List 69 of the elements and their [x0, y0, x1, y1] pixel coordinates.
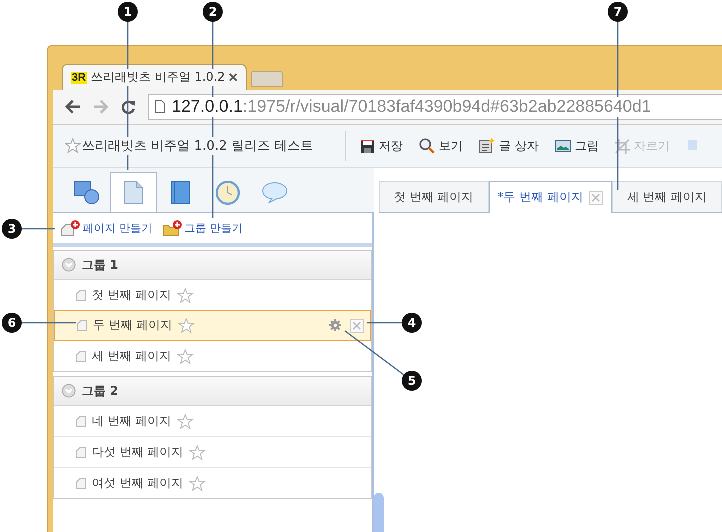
page-name: 세 번째 페이지 — [92, 348, 172, 365]
page-name: 여섯 번째 페이지 — [92, 475, 184, 492]
speech-bubble-icon — [262, 182, 288, 204]
page-name: 네 번째 페이지 — [92, 413, 172, 430]
star-icon[interactable] — [176, 288, 194, 304]
star-icon[interactable] — [188, 476, 206, 492]
back-icon[interactable] — [65, 100, 81, 114]
page-icon — [76, 416, 87, 428]
new-page-icon — [61, 220, 81, 236]
toolbar-button[interactable]: 그림 — [548, 136, 605, 156]
create-button[interactable]: 그룹 만들기 — [160, 220, 245, 236]
page-row[interactable]: 네 번째 페이지 — [54, 406, 372, 437]
address-bar[interactable]: 127.0.0.1:1975/r/visual/70183faf4390b94d#63b2ab22885640d1 — [148, 94, 722, 120]
toolbar-button[interactable]: 저장 — [354, 136, 409, 156]
star-icon[interactable] — [65, 138, 81, 154]
page-row[interactable]: 다섯 번째 페이지 — [54, 437, 372, 468]
page-name: 첫 번째 페이지 — [92, 287, 172, 304]
callout-marker: 6 — [2, 313, 22, 333]
page-row[interactable]: 여섯 번째 페이지 — [54, 468, 372, 498]
callout-marker: 3 — [2, 219, 22, 239]
page-icon — [124, 181, 144, 205]
toolbar-icon[interactable] — [688, 140, 697, 152]
book-icon — [170, 181, 190, 205]
shapes-icon — [74, 181, 100, 205]
callout-marker: 2 — [203, 2, 223, 22]
star-icon[interactable] — [176, 414, 194, 430]
app-logo: 3R — [71, 72, 88, 84]
close-icon[interactable] — [229, 73, 238, 82]
panel-handle[interactable] — [374, 493, 384, 532]
text-box-icon — [479, 138, 495, 154]
group-header[interactable]: 그룹 1 — [54, 251, 372, 280]
page-row[interactable]: 세 번째 페이지 — [54, 341, 372, 371]
page-name: 다섯 번째 페이지 — [92, 444, 184, 461]
page-name: 두 번째 페이지 — [93, 317, 173, 334]
tab-title: 쓰리래빗츠 비주얼 1.0.2 — [91, 69, 226, 86]
collapse-icon[interactable] — [62, 258, 76, 272]
toolbar-button[interactable]: 글 상자 — [473, 136, 545, 156]
clock-icon — [216, 181, 240, 205]
save-icon — [360, 138, 375, 154]
picture-icon — [554, 139, 571, 153]
page-icon — [76, 290, 87, 302]
new-tab-button[interactable] — [251, 71, 283, 87]
page-icon — [76, 446, 87, 458]
page-icon — [155, 100, 166, 114]
page-tab[interactable]: 첫 번째 페이지 — [379, 181, 489, 212]
page-tab[interactable]: 세 번째 페이지 — [612, 181, 722, 212]
settings-icon[interactable] — [329, 319, 342, 332]
callout-marker: 7 — [608, 2, 628, 22]
new-folder-icon — [162, 220, 182, 236]
page-icon — [77, 320, 88, 332]
reload-icon[interactable] — [121, 100, 136, 114]
create-button[interactable]: 페이지 만들기 — [59, 220, 154, 236]
page-icon — [76, 350, 87, 362]
toolbar-button[interactable]: 보기 — [413, 136, 469, 156]
crop-icon — [614, 138, 630, 154]
group-header[interactable]: 그룹 2 — [54, 377, 372, 406]
panel-tab[interactable] — [110, 172, 157, 213]
page-row[interactable]: 두 번째 페이지 — [54, 310, 372, 341]
star-icon[interactable] — [188, 444, 206, 460]
collapse-icon[interactable] — [62, 384, 76, 398]
page-icon — [76, 478, 87, 490]
document-title: 쓰리래빗츠 비주얼 1.0.2 릴리즈 테스트 — [82, 137, 314, 155]
forward-icon[interactable] — [93, 100, 109, 114]
page-tab[interactable]: *두 번째 페이지 — [488, 181, 612, 213]
star-icon[interactable] — [178, 318, 195, 334]
callout-marker: 1 — [118, 2, 138, 22]
magnifier-icon — [419, 138, 435, 154]
browser-tab[interactable]: 3R 쓰리래빗츠 비주얼 1.0.2 — [62, 64, 247, 90]
star-icon[interactable] — [176, 348, 194, 364]
